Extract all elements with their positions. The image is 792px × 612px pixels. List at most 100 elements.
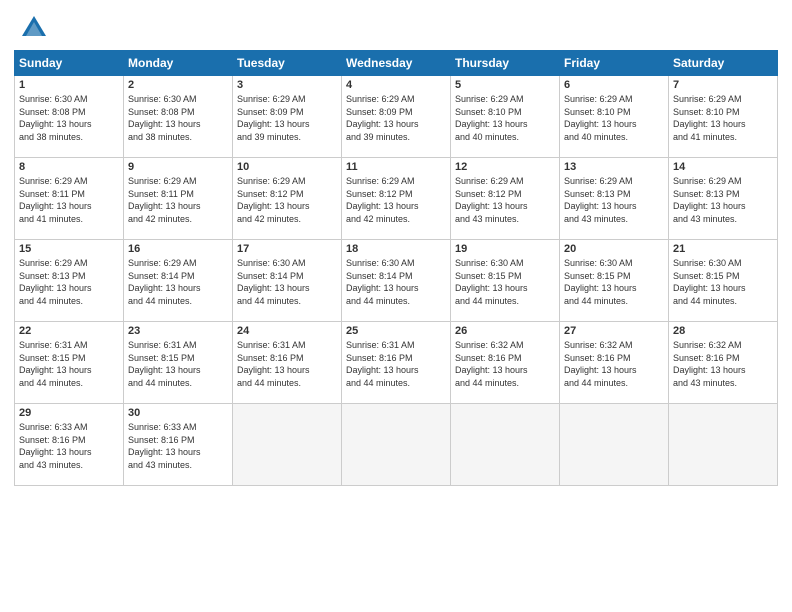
calendar-cell: 23 Sunrise: 6:31 AM Sunset: 8:15 PM Dayl… (124, 322, 233, 404)
calendar-cell: 3 Sunrise: 6:29 AM Sunset: 8:09 PM Dayli… (233, 76, 342, 158)
header-friday: Friday (560, 51, 669, 76)
day-number: 6 (564, 79, 664, 91)
day-number: 7 (673, 79, 773, 91)
header-tuesday: Tuesday (233, 51, 342, 76)
calendar-header-row: Sunday Monday Tuesday Wednesday Thursday… (15, 51, 778, 76)
day-info: Sunrise: 6:30 AM Sunset: 8:15 PM Dayligh… (564, 257, 664, 307)
day-info: Sunrise: 6:29 AM Sunset: 8:10 PM Dayligh… (673, 93, 773, 143)
day-info: Sunrise: 6:30 AM Sunset: 8:08 PM Dayligh… (19, 93, 119, 143)
day-number: 26 (455, 325, 555, 337)
calendar-cell: 13 Sunrise: 6:29 AM Sunset: 8:13 PM Dayl… (560, 158, 669, 240)
day-number: 30 (128, 407, 228, 419)
calendar-cell (669, 404, 778, 486)
day-info: Sunrise: 6:31 AM Sunset: 8:16 PM Dayligh… (346, 339, 446, 389)
calendar-cell: 22 Sunrise: 6:31 AM Sunset: 8:15 PM Dayl… (15, 322, 124, 404)
day-info: Sunrise: 6:30 AM Sunset: 8:15 PM Dayligh… (455, 257, 555, 307)
header-sunday: Sunday (15, 51, 124, 76)
day-number: 25 (346, 325, 446, 337)
day-number: 13 (564, 161, 664, 173)
day-info: Sunrise: 6:29 AM Sunset: 8:12 PM Dayligh… (455, 175, 555, 225)
calendar-cell: 7 Sunrise: 6:29 AM Sunset: 8:10 PM Dayli… (669, 76, 778, 158)
day-info: Sunrise: 6:31 AM Sunset: 8:15 PM Dayligh… (128, 339, 228, 389)
calendar-cell (342, 404, 451, 486)
calendar-cell: 1 Sunrise: 6:30 AM Sunset: 8:08 PM Dayli… (15, 76, 124, 158)
calendar-cell: 16 Sunrise: 6:29 AM Sunset: 8:14 PM Dayl… (124, 240, 233, 322)
calendar-cell: 14 Sunrise: 6:29 AM Sunset: 8:13 PM Dayl… (669, 158, 778, 240)
day-info: Sunrise: 6:29 AM Sunset: 8:09 PM Dayligh… (346, 93, 446, 143)
header-wednesday: Wednesday (342, 51, 451, 76)
day-number: 11 (346, 161, 446, 173)
calendar-cell: 11 Sunrise: 6:29 AM Sunset: 8:12 PM Dayl… (342, 158, 451, 240)
day-number: 2 (128, 79, 228, 91)
day-number: 17 (237, 243, 337, 255)
day-number: 15 (19, 243, 119, 255)
day-number: 19 (455, 243, 555, 255)
calendar-week-row: 22 Sunrise: 6:31 AM Sunset: 8:15 PM Dayl… (15, 322, 778, 404)
calendar-cell: 30 Sunrise: 6:33 AM Sunset: 8:16 PM Dayl… (124, 404, 233, 486)
calendar-cell: 19 Sunrise: 6:30 AM Sunset: 8:15 PM Dayl… (451, 240, 560, 322)
header-saturday: Saturday (669, 51, 778, 76)
day-number: 5 (455, 79, 555, 91)
calendar-cell: 6 Sunrise: 6:29 AM Sunset: 8:10 PM Dayli… (560, 76, 669, 158)
day-number: 20 (564, 243, 664, 255)
calendar-cell: 10 Sunrise: 6:29 AM Sunset: 8:12 PM Dayl… (233, 158, 342, 240)
calendar-cell: 24 Sunrise: 6:31 AM Sunset: 8:16 PM Dayl… (233, 322, 342, 404)
day-number: 27 (564, 325, 664, 337)
day-info: Sunrise: 6:32 AM Sunset: 8:16 PM Dayligh… (673, 339, 773, 389)
day-info: Sunrise: 6:29 AM Sunset: 8:09 PM Dayligh… (237, 93, 337, 143)
day-info: Sunrise: 6:31 AM Sunset: 8:15 PM Dayligh… (19, 339, 119, 389)
day-info: Sunrise: 6:29 AM Sunset: 8:12 PM Dayligh… (346, 175, 446, 225)
day-info: Sunrise: 6:32 AM Sunset: 8:16 PM Dayligh… (564, 339, 664, 389)
day-number: 8 (19, 161, 119, 173)
day-number: 12 (455, 161, 555, 173)
calendar-cell: 20 Sunrise: 6:30 AM Sunset: 8:15 PM Dayl… (560, 240, 669, 322)
calendar-cell: 17 Sunrise: 6:30 AM Sunset: 8:14 PM Dayl… (233, 240, 342, 322)
day-number: 10 (237, 161, 337, 173)
calendar-cell: 18 Sunrise: 6:30 AM Sunset: 8:14 PM Dayl… (342, 240, 451, 322)
calendar-week-row: 29 Sunrise: 6:33 AM Sunset: 8:16 PM Dayl… (15, 404, 778, 486)
day-number: 14 (673, 161, 773, 173)
day-info: Sunrise: 6:30 AM Sunset: 8:14 PM Dayligh… (237, 257, 337, 307)
calendar-week-row: 15 Sunrise: 6:29 AM Sunset: 8:13 PM Dayl… (15, 240, 778, 322)
day-info: Sunrise: 6:29 AM Sunset: 8:13 PM Dayligh… (564, 175, 664, 225)
day-number: 9 (128, 161, 228, 173)
day-number: 22 (19, 325, 119, 337)
day-number: 28 (673, 325, 773, 337)
day-info: Sunrise: 6:31 AM Sunset: 8:16 PM Dayligh… (237, 339, 337, 389)
day-info: Sunrise: 6:29 AM Sunset: 8:11 PM Dayligh… (19, 175, 119, 225)
day-number: 29 (19, 407, 119, 419)
logo-icon (20, 14, 48, 42)
day-info: Sunrise: 6:29 AM Sunset: 8:11 PM Dayligh… (128, 175, 228, 225)
day-info: Sunrise: 6:30 AM Sunset: 8:14 PM Dayligh… (346, 257, 446, 307)
calendar-cell (233, 404, 342, 486)
day-info: Sunrise: 6:29 AM Sunset: 8:12 PM Dayligh… (237, 175, 337, 225)
calendar-cell: 26 Sunrise: 6:32 AM Sunset: 8:16 PM Dayl… (451, 322, 560, 404)
header-thursday: Thursday (451, 51, 560, 76)
day-info: Sunrise: 6:30 AM Sunset: 8:15 PM Dayligh… (673, 257, 773, 307)
calendar-cell (451, 404, 560, 486)
day-info: Sunrise: 6:29 AM Sunset: 8:14 PM Dayligh… (128, 257, 228, 307)
calendar-cell: 5 Sunrise: 6:29 AM Sunset: 8:10 PM Dayli… (451, 76, 560, 158)
day-number: 16 (128, 243, 228, 255)
day-info: Sunrise: 6:30 AM Sunset: 8:08 PM Dayligh… (128, 93, 228, 143)
calendar-cell: 27 Sunrise: 6:32 AM Sunset: 8:16 PM Dayl… (560, 322, 669, 404)
calendar-cell: 4 Sunrise: 6:29 AM Sunset: 8:09 PM Dayli… (342, 76, 451, 158)
calendar-cell: 2 Sunrise: 6:30 AM Sunset: 8:08 PM Dayli… (124, 76, 233, 158)
calendar-cell: 9 Sunrise: 6:29 AM Sunset: 8:11 PM Dayli… (124, 158, 233, 240)
day-info: Sunrise: 6:32 AM Sunset: 8:16 PM Dayligh… (455, 339, 555, 389)
day-info: Sunrise: 6:33 AM Sunset: 8:16 PM Dayligh… (128, 421, 228, 471)
day-info: Sunrise: 6:29 AM Sunset: 8:13 PM Dayligh… (19, 257, 119, 307)
day-info: Sunrise: 6:29 AM Sunset: 8:13 PM Dayligh… (673, 175, 773, 225)
logo (20, 14, 52, 42)
calendar-cell: 29 Sunrise: 6:33 AM Sunset: 8:16 PM Dayl… (15, 404, 124, 486)
day-number: 18 (346, 243, 446, 255)
calendar-cell: 12 Sunrise: 6:29 AM Sunset: 8:12 PM Dayl… (451, 158, 560, 240)
day-info: Sunrise: 6:33 AM Sunset: 8:16 PM Dayligh… (19, 421, 119, 471)
calendar-cell: 8 Sunrise: 6:29 AM Sunset: 8:11 PM Dayli… (15, 158, 124, 240)
page: Sunday Monday Tuesday Wednesday Thursday… (0, 0, 792, 612)
day-info: Sunrise: 6:29 AM Sunset: 8:10 PM Dayligh… (564, 93, 664, 143)
calendar-table: Sunday Monday Tuesday Wednesday Thursday… (14, 50, 778, 486)
day-number: 3 (237, 79, 337, 91)
header-monday: Monday (124, 51, 233, 76)
day-number: 21 (673, 243, 773, 255)
